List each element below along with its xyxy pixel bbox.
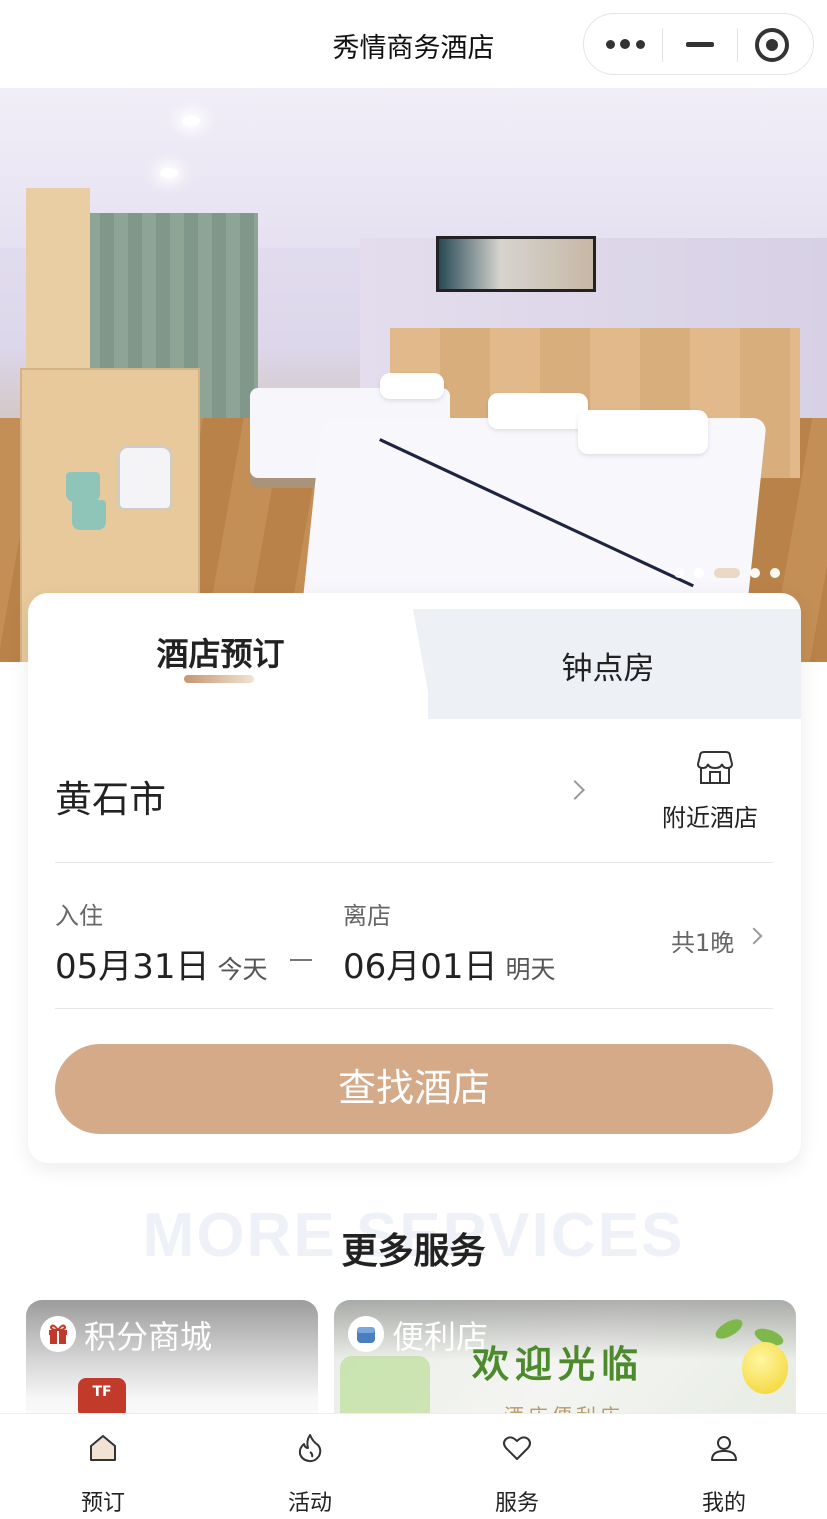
ceiling-light <box>160 168 178 178</box>
lemon-decoration <box>742 1342 788 1394</box>
kettle <box>118 446 172 510</box>
tea-cup <box>72 500 106 530</box>
tab-mine[interactable]: 我的 <box>664 1414 784 1519</box>
wall-painting <box>436 236 596 292</box>
checkin-day: 今天 <box>217 955 268 984</box>
checkout-date-value: 06月01日 <box>343 947 498 987</box>
nav-bar: 秀情商务酒店 <box>0 0 827 88</box>
capsule-divider <box>662 28 663 62</box>
brand-logo: TF <box>78 1378 126 1418</box>
tab-services[interactable]: 服务 <box>457 1414 577 1519</box>
checkout-label: 离店 <box>343 902 391 930</box>
pillow <box>578 410 708 454</box>
points-mall-label: 积分商城 <box>84 1318 213 1356</box>
nights-count[interactable]: 共1晚 <box>671 923 734 958</box>
flame-icon <box>298 1434 322 1463</box>
tab-mine-label: 我的 <box>701 1491 746 1516</box>
carousel-dot[interactable] <box>770 568 780 578</box>
checkin-label: 入住 <box>55 902 103 930</box>
mini-program-capsule <box>583 13 814 75</box>
tab-activities[interactable]: 活动 <box>250 1414 370 1519</box>
close-target-icon[interactable] <box>755 28 789 62</box>
nearby-hotels-button[interactable]: 附近酒店 <box>662 798 758 833</box>
store-basket-icon <box>348 1316 384 1352</box>
capsule-divider <box>737 28 738 62</box>
divider <box>55 1008 773 1009</box>
carousel-dot[interactable] <box>694 568 704 578</box>
carousel-dot-active[interactable] <box>714 568 740 578</box>
heart-icon <box>503 1436 531 1460</box>
pillow <box>380 373 444 399</box>
tab-services-label: 服务 <box>494 1491 539 1516</box>
booking-card: 酒店预订 钟点房 黄石市 附近酒店 入住 05月31日 今天 离店 06月01日明… <box>28 593 801 1163</box>
tab-hourly-room[interactable]: 钟点房 <box>448 643 768 688</box>
bottom-tab-bar: 预订 活动 服务 我的 <box>0 1413 827 1519</box>
checkout-day: 明天 <box>505 955 556 984</box>
tea-cup <box>66 472 100 502</box>
search-hotel-button[interactable]: 查找酒店 <box>55 1044 773 1134</box>
more-dots-icon[interactable] <box>606 38 646 52</box>
user-icon <box>711 1436 737 1461</box>
checkout-date[interactable]: 06月01日 明天 <box>343 939 556 988</box>
minimize-icon[interactable] <box>686 42 714 47</box>
welcome-banner-text: 欢迎光临 <box>472 1342 644 1386</box>
services-title: 更多服务 <box>341 1231 486 1272</box>
chevron-right-icon[interactable] <box>565 780 585 800</box>
checkin-date-value: 05月31日 <box>55 947 210 987</box>
city-selector[interactable]: 黄石市 <box>55 769 166 823</box>
home-icon <box>90 1435 116 1461</box>
store-icon[interactable] <box>696 750 734 786</box>
gift-icon <box>40 1316 76 1352</box>
tab-hotel-booking[interactable]: 酒店预订 <box>28 629 413 675</box>
tab-booking[interactable]: 预订 <box>43 1414 163 1519</box>
ceiling-light <box>182 116 200 126</box>
chevron-right-icon[interactable] <box>745 927 763 945</box>
tab-booking-label: 预订 <box>80 1491 125 1516</box>
pillow <box>488 393 588 429</box>
carousel-dot[interactable] <box>674 568 684 578</box>
checkin-date[interactable]: 05月31日 今天 <box>55 939 268 988</box>
tab-activities-label: 活动 <box>287 1491 332 1516</box>
divider <box>55 862 773 863</box>
tab-active-underline <box>184 675 254 683</box>
hero-carousel[interactable] <box>0 88 827 662</box>
carousel-dot[interactable] <box>750 568 760 578</box>
date-range-dash <box>290 959 312 961</box>
